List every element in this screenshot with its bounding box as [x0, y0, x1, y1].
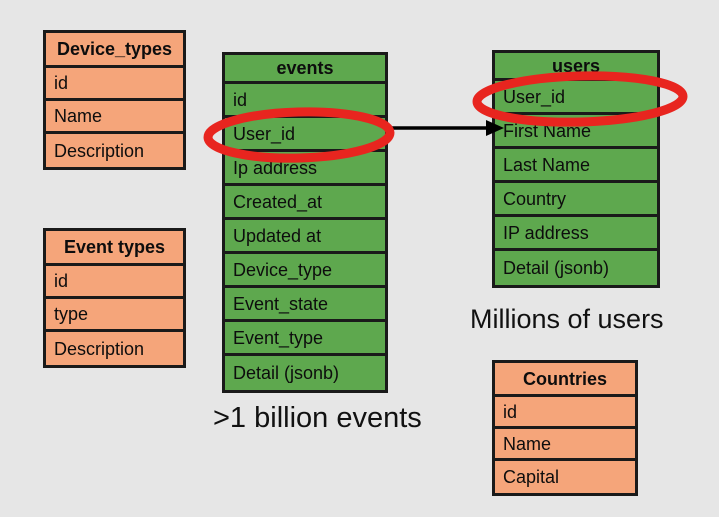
table-row: Detail (jsonb): [225, 356, 385, 390]
table-row: Country: [495, 183, 657, 217]
table-row: Detail (jsonb): [495, 251, 657, 285]
table-device-types-header: Device_types: [46, 33, 183, 68]
relationship-arrow-icon: [390, 120, 504, 136]
table-event-types: Event types id type Description: [43, 228, 186, 368]
table-countries: Countries id Name Capital: [492, 360, 638, 496]
table-users: users User_id First Name Last Name Count…: [492, 50, 660, 288]
er-diagram-canvas: Device_types id Name Description Event t…: [0, 0, 719, 517]
table-row: Ip address: [225, 152, 385, 186]
table-row: id: [46, 266, 183, 299]
table-events: events id User_id Ip address Created_at …: [222, 52, 388, 393]
table-row: Name: [495, 429, 635, 461]
table-row: IP address: [495, 217, 657, 251]
table-row: Last Name: [495, 149, 657, 183]
table-row: type: [46, 299, 183, 332]
table-row: Name: [46, 101, 183, 134]
table-row: id: [225, 84, 385, 118]
table-row: Event_type: [225, 322, 385, 356]
table-row: id: [46, 68, 183, 101]
caption-users-scale: Millions of users: [470, 304, 664, 334]
table-row: Event_state: [225, 288, 385, 322]
table-row: Description: [46, 134, 183, 167]
table-row: First Name: [495, 115, 657, 149]
table-row: Created_at: [225, 186, 385, 220]
table-row: Capital: [495, 461, 635, 493]
caption-events-scale: >1 billion events: [213, 402, 422, 434]
table-row-user-id: User_id: [225, 118, 385, 152]
table-users-header: users: [495, 53, 657, 81]
table-row: Device_type: [225, 254, 385, 288]
table-event-types-header: Event types: [46, 231, 183, 266]
table-row: Description: [46, 332, 183, 365]
table-device-types: Device_types id Name Description: [43, 30, 186, 170]
table-row: id: [495, 397, 635, 429]
table-row: Updated at: [225, 220, 385, 254]
table-events-header: events: [225, 55, 385, 84]
table-row-user-id: User_id: [495, 81, 657, 115]
table-countries-header: Countries: [495, 363, 635, 397]
